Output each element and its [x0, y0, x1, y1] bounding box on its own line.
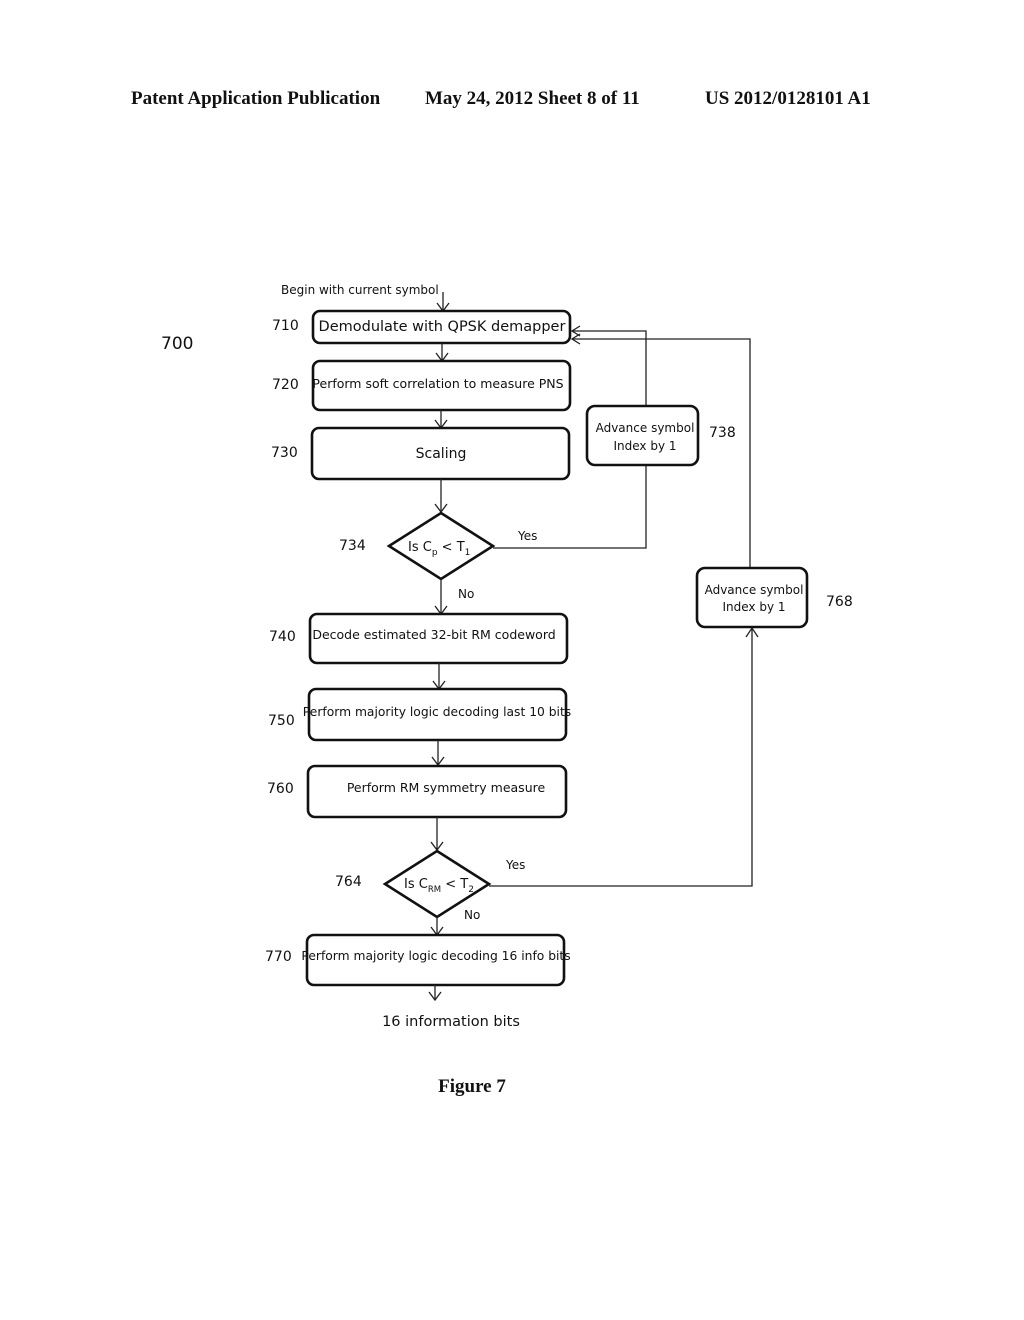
- step-740-label: Decode estimated 32-bit RM codeword: [312, 627, 555, 642]
- end-label: 16 information bits: [382, 1014, 520, 1030]
- arrow-750-to-760: [431, 740, 445, 767]
- arrow-710-to-720: [435, 343, 449, 363]
- step-720-label: Perform soft correlation to measure PNS: [312, 376, 563, 391]
- loop-738-line1: Advance symbol: [596, 421, 695, 435]
- step-730: Scaling: [310, 426, 571, 481]
- step-720: Perform soft correlation to measure PNS: [311, 359, 572, 412]
- loop-738-ref: 738: [709, 425, 736, 441]
- step-760: Perform RM symmetry measure: [306, 764, 568, 819]
- arrow-720-to-730: [434, 410, 448, 430]
- decision-734-no: No: [458, 587, 474, 601]
- loop-738: Advance symbol Index by 1: [585, 404, 700, 467]
- step-760-ref: 760: [267, 781, 294, 797]
- step-760-label: Perform RM symmetry measure: [347, 780, 546, 795]
- decision-764-yes: Yes: [505, 858, 525, 872]
- step-750-label: Perform majority logic decoding last 10 …: [303, 705, 571, 719]
- arrow-740-to-750: [432, 663, 446, 691]
- arrow-760-to-764: [430, 817, 444, 852]
- step-730-ref: 730: [271, 445, 298, 461]
- step-770-label: Perform majority logic decoding 16 info …: [301, 949, 570, 963]
- step-750: Perform majority logic decoding last 10 …: [303, 687, 571, 742]
- loop-768-line2: Index by 1: [722, 600, 785, 614]
- loop-738-line2: Index by 1: [613, 439, 676, 453]
- step-770: Perform majority logic decoding 16 info …: [301, 933, 571, 987]
- step-710: Demodulate with QPSK demapper: [311, 309, 572, 345]
- figure-caption: Figure 7: [438, 1076, 506, 1097]
- decision-734-yes: Yes: [517, 529, 537, 543]
- flowchart: 700 Begin with current symbol Demodulate…: [161, 283, 853, 1030]
- loop-768-line1: Advance symbol: [705, 583, 804, 597]
- arrow-764-to-770: [430, 917, 444, 937]
- step-720-ref: 720: [272, 377, 299, 393]
- decision-734: Is Cp < T1: [386, 511, 496, 581]
- step-740-ref: 740: [269, 629, 296, 645]
- decision-764-ref: 764: [335, 874, 362, 890]
- step-740: Decode estimated 32-bit RM codeword: [308, 612, 569, 665]
- decision-764-no: No: [464, 908, 480, 922]
- loop-768: Advance symbol Index by 1: [695, 566, 809, 629]
- decision-734-ref: 734: [339, 538, 366, 554]
- step-730-label: Scaling: [416, 446, 467, 462]
- step-750-ref: 750: [268, 713, 295, 729]
- step-770-ref: 770: [265, 949, 292, 965]
- arrow-770-to-end: [428, 985, 442, 1002]
- step-710-ref: 710: [272, 318, 299, 334]
- figure-ref: 700: [161, 334, 193, 354]
- start-label: Begin with current symbol: [281, 283, 439, 297]
- loop-768-ref: 768: [826, 594, 853, 610]
- arrow-start-to-710: [436, 292, 450, 313]
- arrow-734-to-740: [434, 579, 448, 616]
- arrow-730-to-734: [434, 479, 448, 514]
- step-710-label: Demodulate with QPSK demapper: [319, 319, 566, 335]
